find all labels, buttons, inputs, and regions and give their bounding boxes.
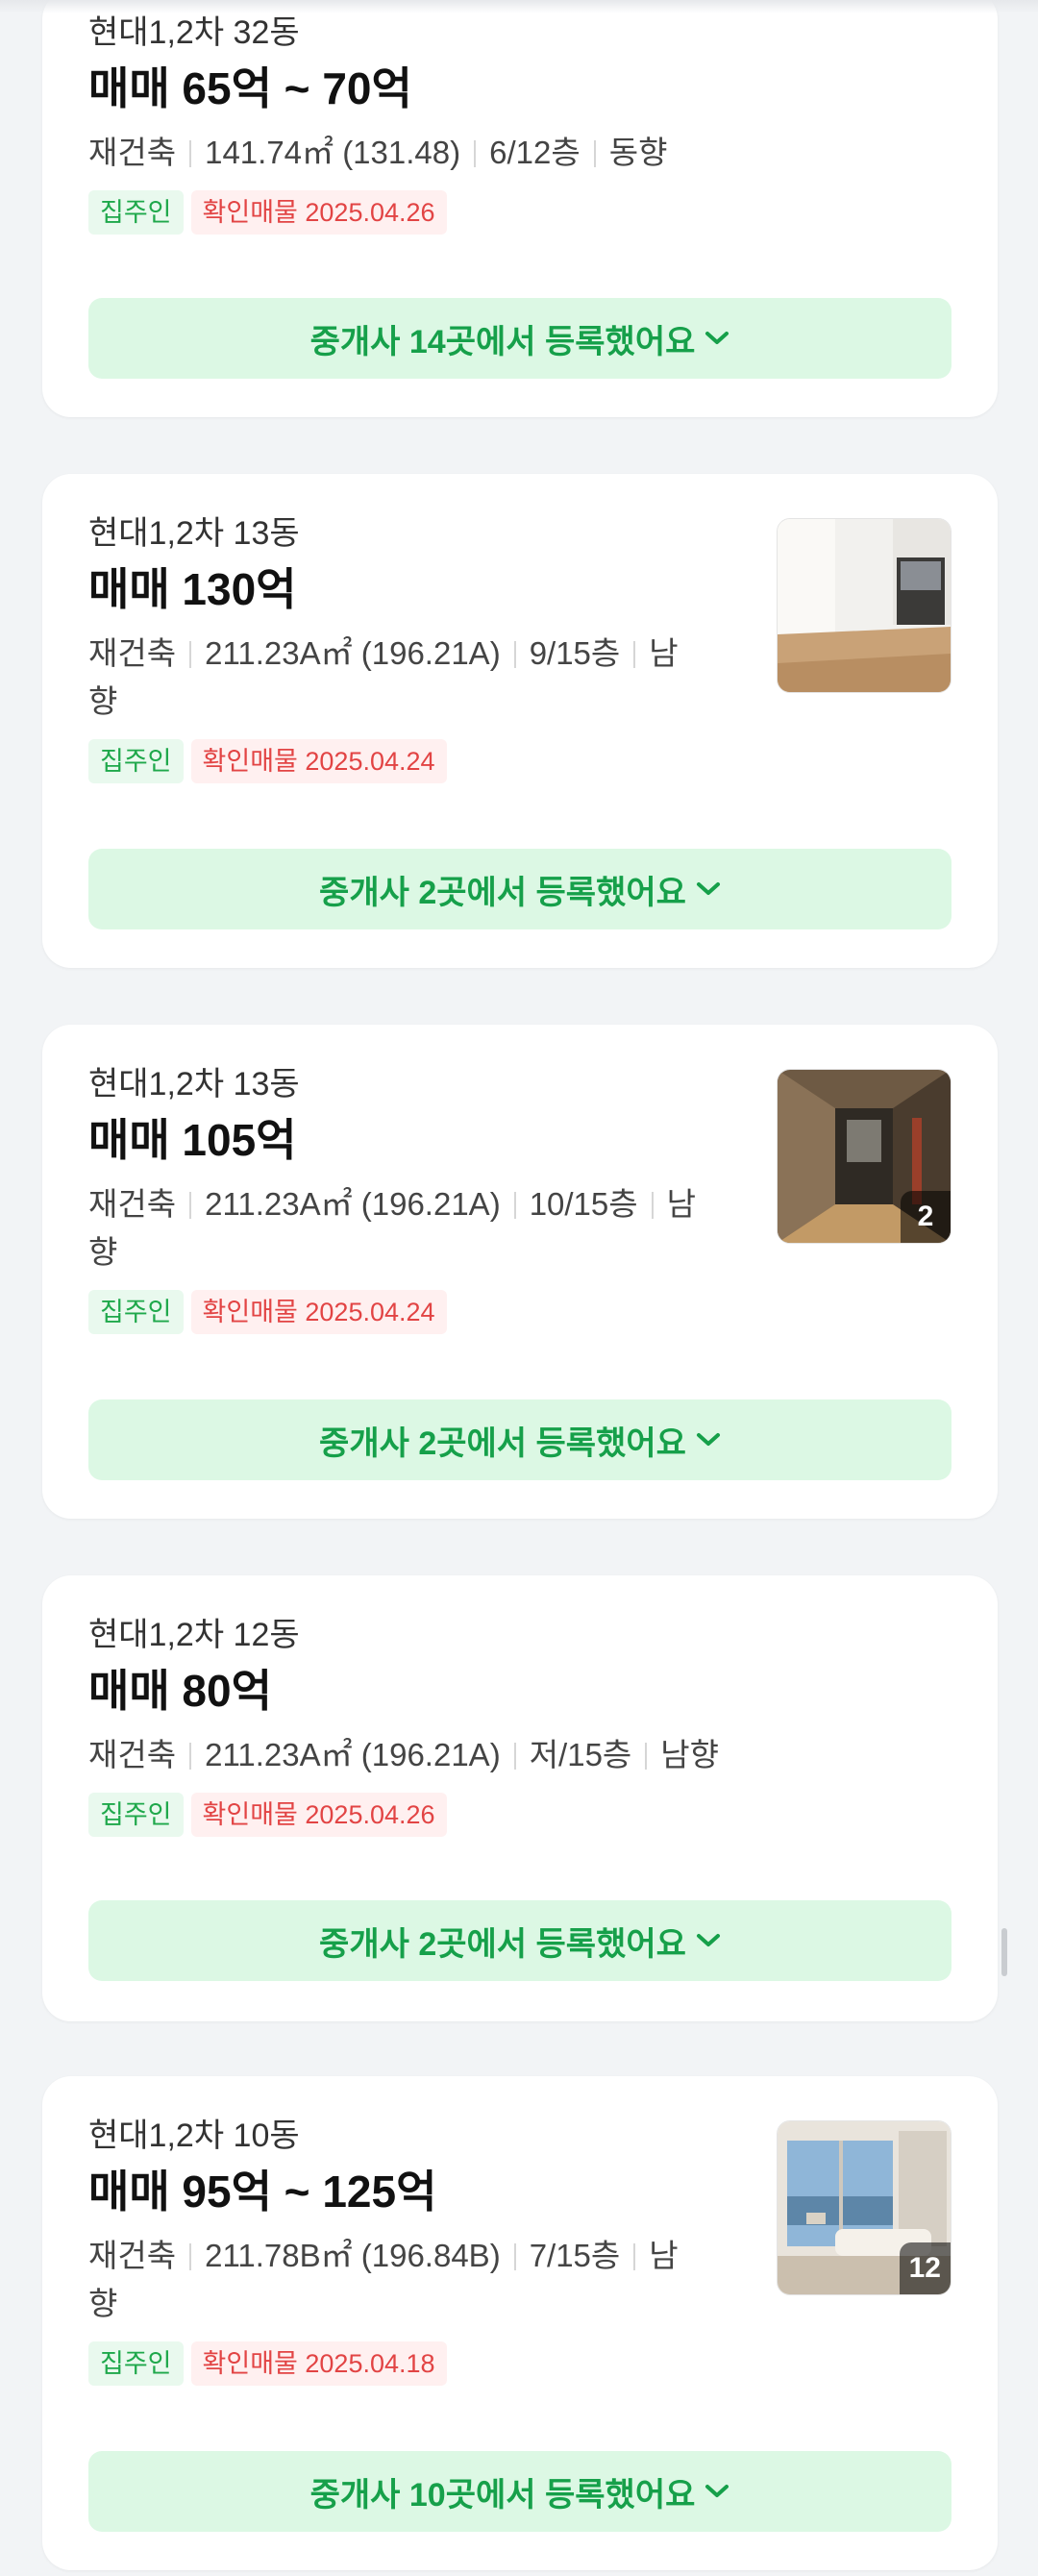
spec-divider (593, 140, 596, 167)
listing-card-wrap: 현대1,2차 12동 매매 80억 재건축 211.23A㎡ (196.21A) 저… (42, 1575, 998, 2021)
spec-type: 재건축 (88, 635, 177, 671)
verified-tag: 확인매물 2025.04.24 (190, 1290, 447, 1334)
spec-floor: 6/12층 (489, 135, 581, 170)
listing-spec: 재건축 211.23A㎡ (196.21A) 9/15층 남향 (88, 630, 684, 726)
chevron-down-icon (696, 1433, 720, 1446)
listing-spec: 재건축 211.23A㎡ (196.21A) 10/15층 남향 (88, 1180, 704, 1276)
spec-floor: 저/15층 (529, 1737, 632, 1772)
spec-divider (189, 140, 192, 167)
tag-row: 집주인 확인매물 2025.04.24 (88, 739, 952, 785)
agent-button-label: 중개사 2곳에서 등록했어요 (319, 874, 686, 911)
spec-area: 211.23A㎡ (196.21A) (205, 635, 501, 671)
owner-tag: 집주인 (88, 1793, 184, 1837)
agent-button-label: 중개사 10곳에서 등록했어요 (309, 2476, 696, 2514)
chevron-down-icon (705, 332, 729, 344)
spec-type: 재건축 (88, 1737, 177, 1772)
agent-expand-button[interactable]: 중개사 14곳에서 등록했어요 (88, 298, 952, 379)
chevron-down-icon (696, 882, 720, 895)
spec-divider (651, 1192, 654, 1219)
spec-divider (513, 1192, 516, 1219)
spec-type: 재건축 (88, 135, 177, 170)
listing-card-wrap: 현대1,2차 13동 매매 105억 재건축 211.23A㎡ (196.21A)… (42, 1025, 998, 1519)
spec-divider (633, 2243, 636, 2270)
photo-count-badge: 12 (899, 2242, 951, 2294)
owner-tag: 집주인 (88, 190, 184, 235)
listing-spec: 재건축 211.23A㎡ (196.21A) 저/15층 남향 (88, 1731, 952, 1779)
listing-card-wrap: 현대1,2차 13동 매매 130억 재건축 211.23A㎡ (196.21A)… (42, 474, 998, 968)
agent-expand-button[interactable]: 중개사 2곳에서 등록했어요 (88, 849, 952, 929)
owner-tag: 집주인 (88, 739, 184, 783)
listing-card[interactable]: 현대1,2차 10동 매매 95억 ~ 125억 재건축 211.78B㎡ (19… (42, 2076, 998, 2570)
listing-card[interactable]: 현대1,2차 32동 매매 65억 ~ 70억 재건축 141.74㎡ (131.… (42, 0, 998, 417)
spec-floor: 7/15층 (529, 2238, 621, 2273)
listing-card[interactable]: 현대1,2차 12동 매매 80억 재건축 211.23A㎡ (196.21A) 저… (42, 1575, 998, 2021)
agent-button-label: 중개사 14곳에서 등록했어요 (309, 323, 696, 360)
tag-row: 집주인 확인매물 2025.04.26 (88, 1793, 952, 1839)
spec-divider (645, 1743, 648, 1770)
listing-card-wrap: 현대1,2차 10동 매매 95억 ~ 125억 재건축 211.78B㎡ (19… (42, 2076, 998, 2570)
agent-expand-button[interactable]: 중개사 10곳에서 등록했어요 (88, 2451, 952, 2532)
listing-price: 매매 65억 ~ 70억 (88, 63, 412, 113)
scrollbar-thumb[interactable] (1001, 1928, 1007, 1976)
spec-direction: 남향 (660, 1737, 720, 1772)
chevron-down-icon (705, 2485, 729, 2497)
verified-tag: 확인매물 2025.04.26 (190, 1793, 447, 1837)
listing-spec: 재건축 141.74㎡ (131.48) 6/12층 동향 (88, 129, 952, 177)
agent-button-label: 중개사 2곳에서 등록했어요 (319, 1424, 686, 1462)
tag-row: 집주인 확인매물 2025.04.18 (88, 2341, 952, 2388)
agent-button-label: 중개사 2곳에서 등록했어요 (319, 1925, 686, 1963)
spec-floor: 10/15층 (529, 1186, 638, 1222)
verified-tag: 확인매물 2025.04.18 (190, 2341, 447, 2386)
spec-divider (513, 641, 516, 668)
listing-photo[interactable] (777, 518, 952, 693)
spec-area: 211.23A㎡ (196.21A) (205, 1737, 501, 1772)
listing-card-wrap: 현대1,2차 32동 매매 65억 ~ 70억 재건축 141.74㎡ (131.… (42, 0, 998, 417)
room-photo-image (778, 519, 951, 692)
spec-divider (189, 2243, 192, 2270)
spec-divider (189, 641, 192, 668)
building-name: 현대1,2차 32동 (88, 14, 300, 51)
listing-price: 매매 80억 (88, 1666, 272, 1716)
owner-tag: 집주인 (88, 2341, 184, 2386)
spec-area: 211.23A㎡ (196.21A) (205, 1186, 501, 1222)
agent-expand-button[interactable]: 중개사 2곳에서 등록했어요 (88, 1900, 952, 1981)
spec-direction: 동향 (608, 135, 668, 170)
verified-tag: 확인매물 2025.04.24 (190, 739, 447, 783)
photo-count-badge: 2 (901, 1191, 951, 1243)
listing-page: 현대1,2차 32동 매매 65억 ~ 70억 재건축 141.74㎡ (131.… (0, 0, 1038, 2576)
tag-row: 집주인 확인매물 2025.04.24 (88, 1290, 952, 1336)
agent-expand-button[interactable]: 중개사 2곳에서 등록했어요 (88, 1399, 952, 1480)
spec-divider (513, 2243, 516, 2270)
spec-area: 211.78B㎡ (196.84B) (205, 2238, 501, 2273)
spec-floor: 9/15층 (529, 635, 621, 671)
listing-photo[interactable]: 2 (777, 1069, 952, 1244)
spec-divider (189, 1192, 192, 1219)
listing-card[interactable]: 현대1,2차 13동 매매 130억 재건축 211.23A㎡ (196.21A)… (42, 474, 998, 968)
spec-type: 재건축 (88, 1186, 177, 1222)
spec-divider (513, 1743, 516, 1770)
spec-area: 141.74㎡ (131.48) (205, 135, 461, 170)
top-edge-shadow (0, 0, 1038, 13)
building-name: 현대1,2차 12동 (88, 1617, 300, 1653)
spec-divider (189, 1743, 192, 1770)
chevron-down-icon (696, 1934, 720, 1946)
spec-divider (474, 140, 477, 167)
listing-photo[interactable]: 12 (777, 2120, 952, 2295)
verified-tag: 확인매물 2025.04.26 (190, 190, 447, 235)
tag-row: 집주인 확인매물 2025.04.26 (88, 190, 952, 236)
owner-tag: 집주인 (88, 1290, 184, 1334)
listing-spec: 재건축 211.78B㎡ (196.84B) 7/15층 남향 (88, 2232, 684, 2328)
spec-divider (633, 641, 636, 668)
listing-card[interactable]: 현대1,2차 13동 매매 105억 재건축 211.23A㎡ (196.21A)… (42, 1025, 998, 1519)
spec-type: 재건축 (88, 2238, 177, 2273)
